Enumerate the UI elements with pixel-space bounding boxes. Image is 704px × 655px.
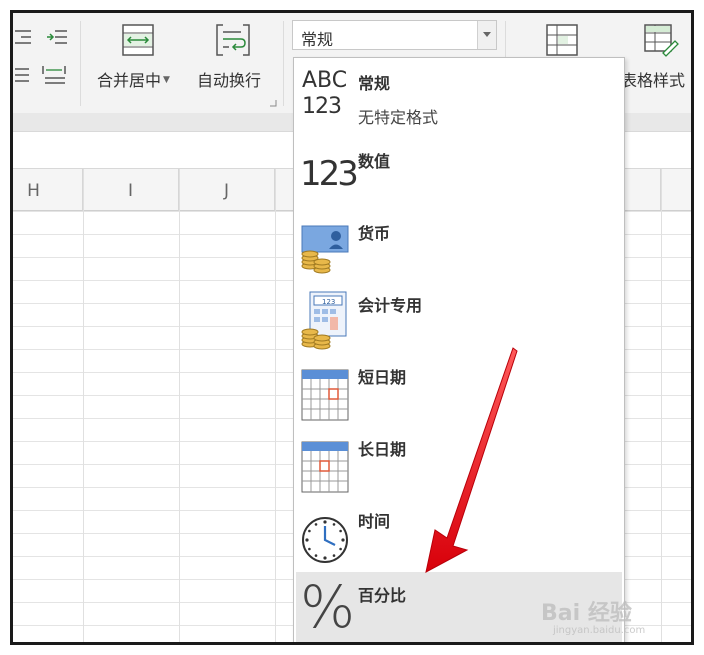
n123-text: 123	[300, 154, 359, 194]
percent-icon: %	[300, 576, 355, 638]
menu-item-label: 常规	[358, 74, 391, 93]
menu-item-label: 会计专用	[358, 296, 423, 315]
menu-item-label: 数值	[358, 152, 391, 171]
number-123-icon: 123	[300, 154, 359, 194]
accounting-calculator-icon: 123	[301, 291, 347, 350]
align-lines-icon[interactable]	[13, 65, 31, 85]
menu-item-general[interactable]: ABC 123 常规 无特定格式	[296, 60, 622, 138]
menu-item-label: 长日期	[358, 440, 407, 459]
conditional-format-icon[interactable]	[545, 23, 579, 57]
decrease-indent-icon[interactable]	[13, 27, 33, 47]
annotation-arrow	[425, 347, 518, 573]
table-style-button[interactable]: 表格样式	[621, 67, 685, 91]
dialog-launcher-icon[interactable]	[269, 99, 277, 107]
calendar-icon	[301, 369, 349, 421]
number-format-select[interactable]: 常规	[292, 20, 497, 50]
column-header-label: H	[27, 181, 40, 201]
column-header-label: J	[223, 181, 229, 201]
menu-item-description: 无特定格式	[358, 108, 439, 127]
number-format-dropdown-button[interactable]	[477, 21, 496, 49]
auto-wrap-button[interactable]: 自动换行	[197, 67, 261, 91]
table-style-icon[interactable]	[643, 23, 679, 57]
chevron-down-icon[interactable]: ▼	[163, 75, 170, 85]
ribbon-separator	[80, 21, 81, 106]
ribbon-separator	[283, 21, 284, 106]
menu-item-label: 货币	[358, 224, 391, 243]
currency-coins-icon	[301, 225, 349, 274]
increase-indent-icon[interactable]	[45, 27, 69, 47]
abc-text: ABC	[302, 68, 348, 93]
column-header-last[interactable]	[661, 169, 691, 211]
menu-item-label: 时间	[358, 512, 391, 531]
column-header-i[interactable]: I	[83, 169, 179, 211]
merge-center-button[interactable]: 合并居中 ▼	[97, 67, 170, 91]
number-format-value: 常规	[301, 30, 334, 49]
auto-wrap-icon[interactable]	[215, 23, 251, 57]
grid-line	[661, 169, 662, 642]
column-header-label: I	[127, 181, 133, 201]
distributed-align-icon[interactable]	[41, 63, 69, 85]
menu-item-currency[interactable]: 货币	[296, 210, 622, 282]
column-header-h[interactable]: H	[13, 169, 83, 211]
chevron-down-icon	[483, 32, 491, 37]
grid-line	[83, 169, 84, 642]
calendar-icon	[301, 441, 349, 493]
grid-line	[179, 169, 180, 642]
n123-text: 123	[302, 94, 342, 119]
baidu-watermark: Bai 经验	[541, 601, 632, 626]
svg-text:123: 123	[322, 298, 335, 306]
merge-center-icon[interactable]	[121, 23, 155, 57]
clock-icon	[302, 517, 348, 563]
menu-item-label: 百分比	[358, 586, 407, 605]
abc-123-icon: ABC 123	[302, 68, 348, 120]
grid-line	[275, 169, 276, 642]
column-header-j[interactable]: J	[179, 169, 275, 211]
menu-item-label: 短日期	[358, 368, 407, 387]
screenshot-frame: 合并居中 ▼ 自动换行 常规 表格样式 H I J ABC 123 常规 无特定…	[10, 10, 694, 645]
menu-item-number[interactable]: 123 数值	[296, 138, 622, 210]
watermark-subtext: jingyan.baidu.com	[553, 625, 646, 636]
percent-glyph: %	[300, 573, 356, 641]
merge-center-label: 合并居中	[97, 71, 162, 90]
